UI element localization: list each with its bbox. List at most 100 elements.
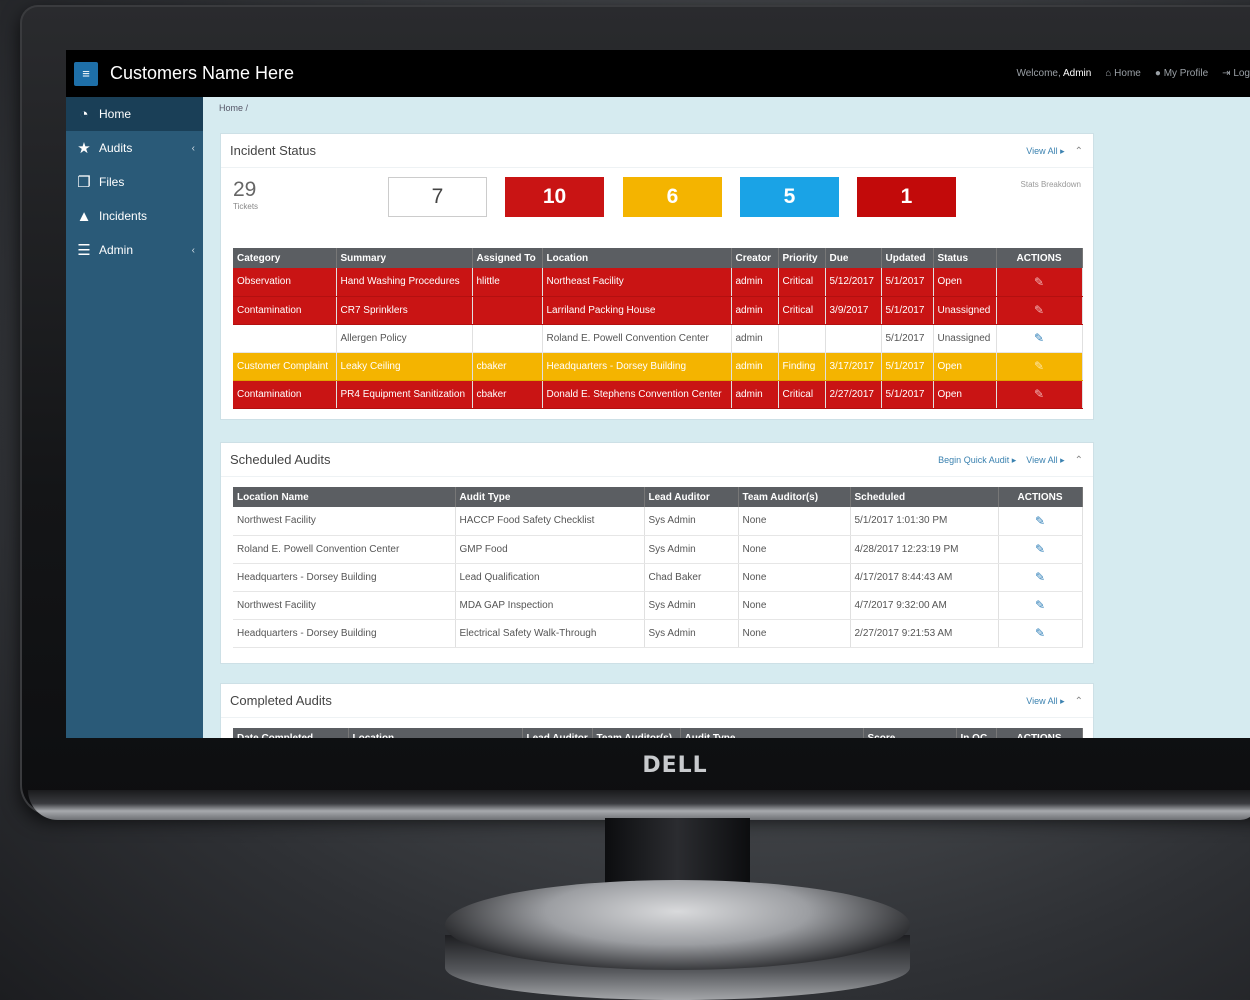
table-row[interactable]: Contamination PR4 Equipment Sanitization… <box>233 380 1083 409</box>
column-header[interactable]: Category <box>233 248 337 268</box>
cell-category: Customer Complaint <box>233 352 337 381</box>
table-row[interactable]: Customer Complaint Leaky Ceiling cbaker … <box>233 352 1083 381</box>
table-header-row: Location Name Audit Type Lead Auditor Te… <box>233 487 1083 507</box>
panel-header-links: View All ▸ ⌃ <box>1026 684 1083 718</box>
cell-assigned: cbaker <box>472 352 543 381</box>
stat-tile-blue[interactable]: 5 <box>740 177 839 217</box>
column-header[interactable]: Team Auditor(s) <box>738 487 851 507</box>
column-header[interactable]: Team Auditor(s) <box>592 728 681 738</box>
begin-quick-audit-link[interactable]: Begin Quick Audit ▸ <box>938 455 1016 466</box>
column-header[interactable]: Priority <box>778 248 826 268</box>
view-all-link[interactable]: View All ▸ <box>1026 146 1064 157</box>
cell-scheduled: 4/17/2017 8:44:43 AM <box>850 563 999 592</box>
tickets-summary: 29 Tickets <box>233 178 258 211</box>
column-header[interactable]: Summary <box>336 248 473 268</box>
sidebar-item-audits[interactable]: ★ Audits ‹ <box>66 131 203 165</box>
edit-icon[interactable]: ✎ <box>998 507 1083 536</box>
table-row[interactable]: Headquarters - Dorsey Building Electrica… <box>233 619 1083 648</box>
stat-tile-red[interactable]: 10 <box>505 177 604 217</box>
cell-team: None <box>738 535 851 564</box>
sidebar-item-home[interactable]: ◔ Home <box>66 97 203 131</box>
edit-icon[interactable]: ✎ <box>996 268 1083 297</box>
column-header[interactable]: Audit Type <box>680 728 864 738</box>
column-header[interactable]: Date Completed <box>233 728 349 738</box>
column-header[interactable]: Lead Auditor <box>644 487 739 507</box>
edit-icon[interactable]: ✎ <box>996 380 1083 409</box>
cell-lead: Sys Admin <box>644 535 739 564</box>
column-header[interactable]: Location <box>348 728 523 738</box>
incident-status-panel: Incident Status View All ▸ ⌃ 29 Tickets … <box>220 133 1094 420</box>
stats-breakdown-link[interactable]: Stats Breakdown <box>1021 180 1081 189</box>
stat-tile-white[interactable]: 7 <box>388 177 487 217</box>
edit-icon[interactable]: ✎ <box>996 296 1083 325</box>
cell-category: Observation <box>233 268 337 297</box>
breadcrumb[interactable]: Home / <box>219 103 248 113</box>
view-all-link[interactable]: View All ▸ <box>1026 696 1064 707</box>
tickets-label: Tickets <box>233 202 259 211</box>
column-header[interactable]: Location Name <box>233 487 456 507</box>
nav-profile-link[interactable]: ● My Profile <box>1155 68 1208 79</box>
cell-assigned <box>472 324 543 353</box>
panel-title: Incident Status <box>230 143 316 158</box>
chevron-up-icon[interactable]: ⌃ <box>1075 696 1083 707</box>
column-header[interactable]: Updated <box>881 248 934 268</box>
panel-title: Scheduled Audits <box>230 452 331 467</box>
column-header[interactable]: Creator <box>731 248 779 268</box>
column-header[interactable]: Status <box>933 248 997 268</box>
column-header[interactable]: Audit Type <box>455 487 645 507</box>
panel-header: Completed Audits View All ▸ ⌃ <box>221 684 1093 718</box>
chevron-up-icon[interactable]: ⌃ <box>1075 455 1083 466</box>
sidebar-item-label: Files <box>99 175 125 189</box>
sidebar-item-files[interactable]: ❐ Files <box>66 165 203 199</box>
column-header[interactable]: Location <box>542 248 732 268</box>
sliders-icon: ☰ <box>77 242 91 259</box>
edit-icon[interactable]: ✎ <box>998 619 1083 648</box>
cell-audit-type: MDA GAP Inspection <box>455 591 645 620</box>
column-header[interactable]: Scheduled <box>850 487 999 507</box>
edit-icon[interactable]: ✎ <box>998 591 1083 620</box>
nav-home-link[interactable]: ⌂ Home <box>1105 68 1141 79</box>
table-row[interactable]: Allergen Policy Roland E. Powell Convent… <box>233 324 1083 353</box>
table-row[interactable]: Observation Hand Washing Procedures hlit… <box>233 268 1083 297</box>
stat-tile-yellow[interactable]: 6 <box>623 177 722 217</box>
nav-logout-link[interactable]: ⇥ Log <box>1222 68 1250 79</box>
column-header[interactable]: Lead Auditor <box>522 728 593 738</box>
completed-audits-panel: Completed Audits View All ▸ ⌃ Date Compl… <box>220 683 1094 738</box>
sidebar-item-label: Admin <box>99 243 134 257</box>
column-header[interactable]: Score <box>863 728 957 738</box>
edit-icon[interactable]: ✎ <box>998 563 1083 592</box>
stat-tile-dark-red[interactable]: 1 <box>857 177 956 217</box>
table-header-row: Category Summary Assigned To Location Cr… <box>233 248 1083 268</box>
edit-icon[interactable]: ✎ <box>998 535 1083 564</box>
table-row[interactable]: Contamination CR7 Sprinklers Larriland P… <box>233 296 1083 325</box>
sidebar-item-admin[interactable]: ☰ Admin ‹ <box>66 233 203 267</box>
edit-icon[interactable]: ✎ <box>996 324 1083 353</box>
welcome-text: Welcome, Admin <box>1016 68 1092 79</box>
cell-scheduled: 4/7/2017 9:32:00 AM <box>850 591 999 620</box>
edit-icon[interactable]: ✎ <box>996 352 1083 381</box>
table-row[interactable]: Northwest Facility MDA GAP Inspection Sy… <box>233 591 1083 620</box>
files-icon: ❐ <box>77 174 91 191</box>
cell-creator: admin <box>731 324 779 353</box>
home-icon: ⌂ <box>1105 68 1112 79</box>
table-row[interactable]: Northwest Facility HACCP Food Safety Che… <box>233 507 1083 536</box>
chevron-up-icon[interactable]: ⌃ <box>1075 146 1083 157</box>
cell-due: 5/12/2017 <box>825 268 882 297</box>
cell-assigned: cbaker <box>472 380 543 409</box>
cell-location: Larriland Packing House <box>542 296 732 325</box>
cell-due <box>825 324 882 353</box>
cell-location: Headquarters - Dorsey Building <box>233 619 456 648</box>
column-header[interactable]: Assigned To <box>472 248 543 268</box>
scheduled-audits-panel: Scheduled Audits Begin Quick Audit ▸ Vie… <box>220 442 1094 664</box>
chevron-left-icon: ‹ <box>191 142 195 154</box>
column-header[interactable]: In QC <box>956 728 997 738</box>
column-header[interactable]: Due <box>825 248 882 268</box>
sidebar-item-incidents[interactable]: ▲ Incidents <box>66 199 203 233</box>
tickets-count: 29 <box>233 178 257 201</box>
cell-status: Unassigned <box>933 296 997 325</box>
table-row[interactable]: Headquarters - Dorsey Building Lead Qual… <box>233 563 1083 592</box>
hamburger-icon[interactable]: ≡ <box>74 61 98 86</box>
view-all-link[interactable]: View All ▸ <box>1026 455 1064 466</box>
table-row[interactable]: Roland E. Powell Convention Center GMP F… <box>233 535 1083 564</box>
sidebar: ◔ Home ★ Audits ‹ ❐ Files ▲ Incidents ☰ … <box>66 97 203 738</box>
